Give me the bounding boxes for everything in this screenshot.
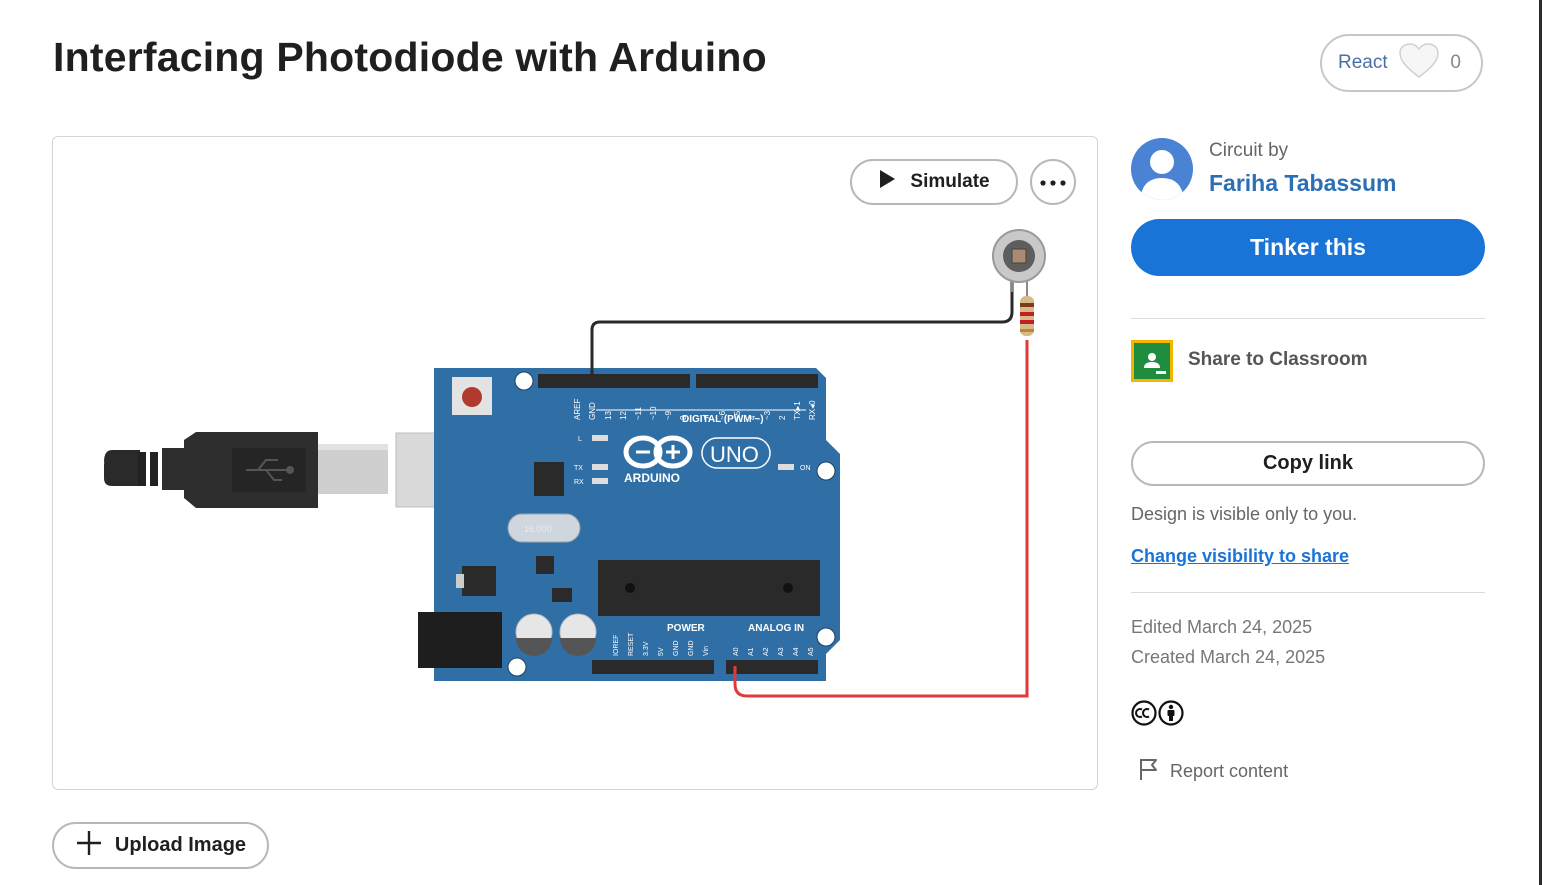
- uno-label: UNO: [710, 442, 759, 467]
- react-button[interactable]: React 0: [1320, 34, 1483, 92]
- created-date: Created March 24, 2025: [1131, 647, 1326, 667]
- arduino-logo-text: ARDUINO: [624, 471, 680, 485]
- pin-label: 5V: [658, 647, 665, 656]
- edited-date: Edited March 24, 2025: [1131, 617, 1313, 637]
- gnd-wire: [590, 278, 1014, 378]
- tx-led-label: TX: [574, 465, 583, 472]
- google-classroom-icon[interactable]: [1131, 340, 1173, 382]
- pin-label: A2: [763, 647, 770, 656]
- pin-label: A0: [733, 647, 740, 656]
- upload-image-button[interactable]: Upload Image: [52, 822, 269, 869]
- author-avatar[interactable]: [1131, 138, 1193, 200]
- simulate-button[interactable]: Simulate: [850, 159, 1018, 205]
- pin-label: A3: [778, 647, 785, 656]
- crystal-label: 16.000: [524, 524, 552, 534]
- react-count: 0: [1450, 52, 1461, 73]
- attribution-icon: [1158, 700, 1184, 726]
- divider: [1131, 592, 1485, 593]
- pin-label: GND: [688, 640, 695, 656]
- copy-link-button[interactable]: Copy link: [1131, 441, 1485, 486]
- license-icons[interactable]: [1131, 699, 1187, 727]
- photodiode: [992, 229, 1046, 298]
- heart-icon: [1397, 42, 1441, 85]
- pin-label: ~11: [634, 406, 643, 420]
- visibility-note: Design is visible only to you.: [1131, 504, 1358, 524]
- pin-label: GND: [673, 640, 680, 656]
- power-label: POWER: [667, 623, 706, 634]
- more-options-button[interactable]: [1030, 159, 1076, 205]
- pin-label: RESET: [628, 632, 635, 656]
- circuit-by-label: Circuit by: [1209, 140, 1289, 161]
- cc-icon: [1131, 700, 1157, 726]
- pin-label: 13: [604, 411, 613, 420]
- pin-label: 2: [778, 415, 787, 420]
- l-led-label: L: [578, 436, 582, 443]
- react-label: React: [1338, 52, 1388, 73]
- pin-label: 3.3V: [643, 641, 650, 656]
- resistor: [1020, 296, 1034, 336]
- pin-label: ~10: [649, 406, 658, 420]
- pin-label: A1: [748, 647, 755, 656]
- upload-image-label: Upload Image: [114, 834, 247, 856]
- on-led-label: ON: [800, 465, 811, 472]
- share-to-classroom-link[interactable]: Share to Classroom: [1188, 349, 1368, 371]
- pin-label: A5: [808, 647, 815, 656]
- circuit-diagram: AREF GND 13 12 ~11 ~10 ~9 8 7 ~6 ~5 4 ~3 2 TX▸1 RX◂0 DI…: [104, 229, 1046, 698]
- pin-label: ~3: [763, 410, 772, 420]
- plus-icon: [75, 829, 103, 863]
- pin-label: RX◂0: [808, 400, 817, 420]
- author-name-link[interactable]: Fariha Tabassum: [1209, 170, 1396, 197]
- pin-label: IOREF: [613, 635, 620, 656]
- simulate-label: Simulate: [910, 171, 990, 192]
- pin-label: ~9: [664, 410, 673, 420]
- divider: [1131, 318, 1485, 319]
- report-content-link[interactable]: Report content: [1138, 757, 1288, 786]
- more-dots-icon: [1040, 173, 1066, 191]
- pin-label: Vin: [703, 646, 710, 656]
- user-avatar-icon: [1131, 138, 1193, 200]
- pin-label: AREF: [573, 399, 582, 420]
- tinker-this-button[interactable]: Tinker this: [1131, 219, 1485, 276]
- change-visibility-link[interactable]: Change visibility to share: [1131, 546, 1349, 567]
- flag-icon: [1138, 757, 1160, 786]
- pin-label: A4: [793, 647, 800, 656]
- digital-pins-label: DIGITAL (PWM ~): [682, 414, 764, 425]
- pin-label: 12: [619, 411, 628, 420]
- report-label: Report content: [1170, 761, 1289, 781]
- play-icon: [878, 169, 896, 195]
- pin-label: GND: [588, 402, 597, 420]
- analog-in-label: ANALOG IN: [748, 623, 804, 634]
- rx-led-label: RX: [574, 479, 584, 486]
- power-jack: [418, 612, 502, 668]
